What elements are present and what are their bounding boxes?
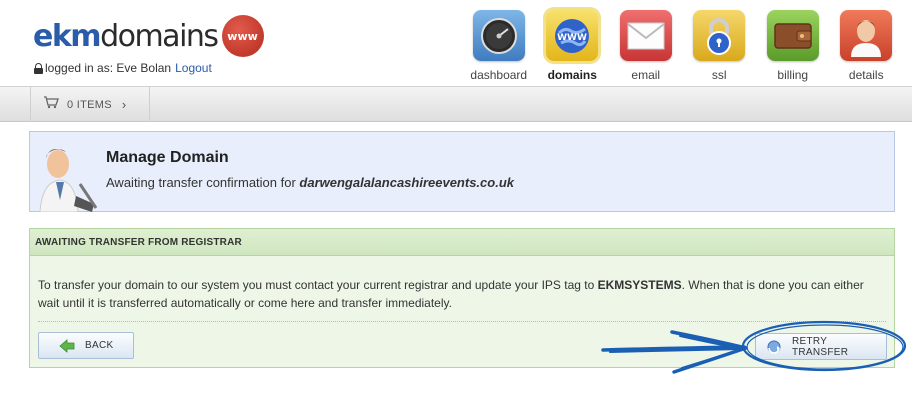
page-subtitle: Awaiting transfer confirmation for darwe… — [106, 175, 514, 190]
person-icon — [840, 10, 893, 61]
domain-name: darwengalalancashireevents.co.uk — [299, 175, 515, 190]
back-button-label: BACK — [85, 340, 114, 351]
nav-label: dashboard — [470, 68, 528, 82]
toolbar: 0 ITEMS › — [0, 86, 912, 122]
transfer-panel-header: AWAITING TRANSFER FROM REGISTRAR — [30, 229, 894, 256]
transfer-panel: AWAITING TRANSFER FROM REGISTRAR To tran… — [29, 228, 895, 368]
nav-label: email — [631, 68, 661, 82]
transfer-instructions: To transfer your domain to our system yo… — [38, 276, 878, 312]
chevron-right-icon: › — [121, 97, 127, 112]
page: ekm domains www logged in as: Eve Bolan … — [0, 0, 912, 400]
mascot-character-image — [36, 144, 100, 213]
padlock-icon — [693, 10, 746, 61]
cart-button[interactable]: 0 ITEMS › — [30, 87, 150, 122]
back-button[interactable]: BACK — [38, 332, 134, 359]
nav-label: domains — [547, 68, 597, 82]
nav-item-dashboard[interactable]: dashboard — [462, 4, 536, 82]
retry-transfer-button[interactable]: RETRY TRANSFER — [755, 333, 887, 360]
nav-label: billing — [777, 68, 809, 82]
main-nav: dashboard WWW domains email ssl billing … — [462, 4, 903, 82]
arrow-left-icon — [59, 338, 75, 353]
nav-item-domains[interactable]: WWW domains — [536, 4, 610, 82]
globe-www-icon: WWW — [546, 10, 599, 61]
svg-text:WWW: WWW — [557, 33, 587, 43]
logout-link[interactable]: Logout — [175, 61, 212, 75]
nav-item-details[interactable]: details — [830, 4, 904, 82]
subtitle-text: Awaiting transfer confirmation for — [106, 175, 300, 190]
logo-ekm-text: ekm — [33, 18, 102, 54]
divider — [38, 321, 886, 322]
refresh-globe-icon — [766, 339, 782, 355]
nav-item-billing[interactable]: billing — [756, 4, 830, 82]
ips-tag: EKMSYSTEMS — [597, 278, 682, 292]
nav-label: ssl — [711, 68, 727, 82]
nav-item-ssl[interactable]: ssl — [683, 4, 757, 82]
logo-domains-text: domains — [100, 18, 219, 54]
login-status: logged in as: Eve Bolan Logout — [34, 61, 212, 75]
manage-domain-panel: Manage Domain Awaiting transfer confirma… — [29, 131, 895, 213]
header: ekm domains www logged in as: Eve Bolan … — [0, 0, 912, 86]
cart-icon — [43, 95, 59, 114]
logo-www-badge: www — [221, 15, 264, 57]
retry-button-label: RETRY TRANSFER — [792, 335, 849, 358]
cart-items-count: 0 ITEMS — [67, 98, 112, 111]
wallet-icon — [766, 10, 819, 61]
ekm-domains-logo[interactable]: ekm domains www — [33, 14, 264, 58]
logged-in-text: logged in as: Eve Bolan — [45, 61, 172, 75]
page-title: Manage Domain — [106, 149, 229, 166]
dashboard-gauge-icon — [472, 10, 525, 61]
lock-icon — [34, 62, 43, 74]
nav-item-email[interactable]: email — [609, 4, 683, 82]
envelope-icon — [619, 10, 672, 61]
instructions-text-1: To transfer your domain to our system yo… — [38, 278, 598, 292]
nav-label: details — [848, 68, 884, 82]
